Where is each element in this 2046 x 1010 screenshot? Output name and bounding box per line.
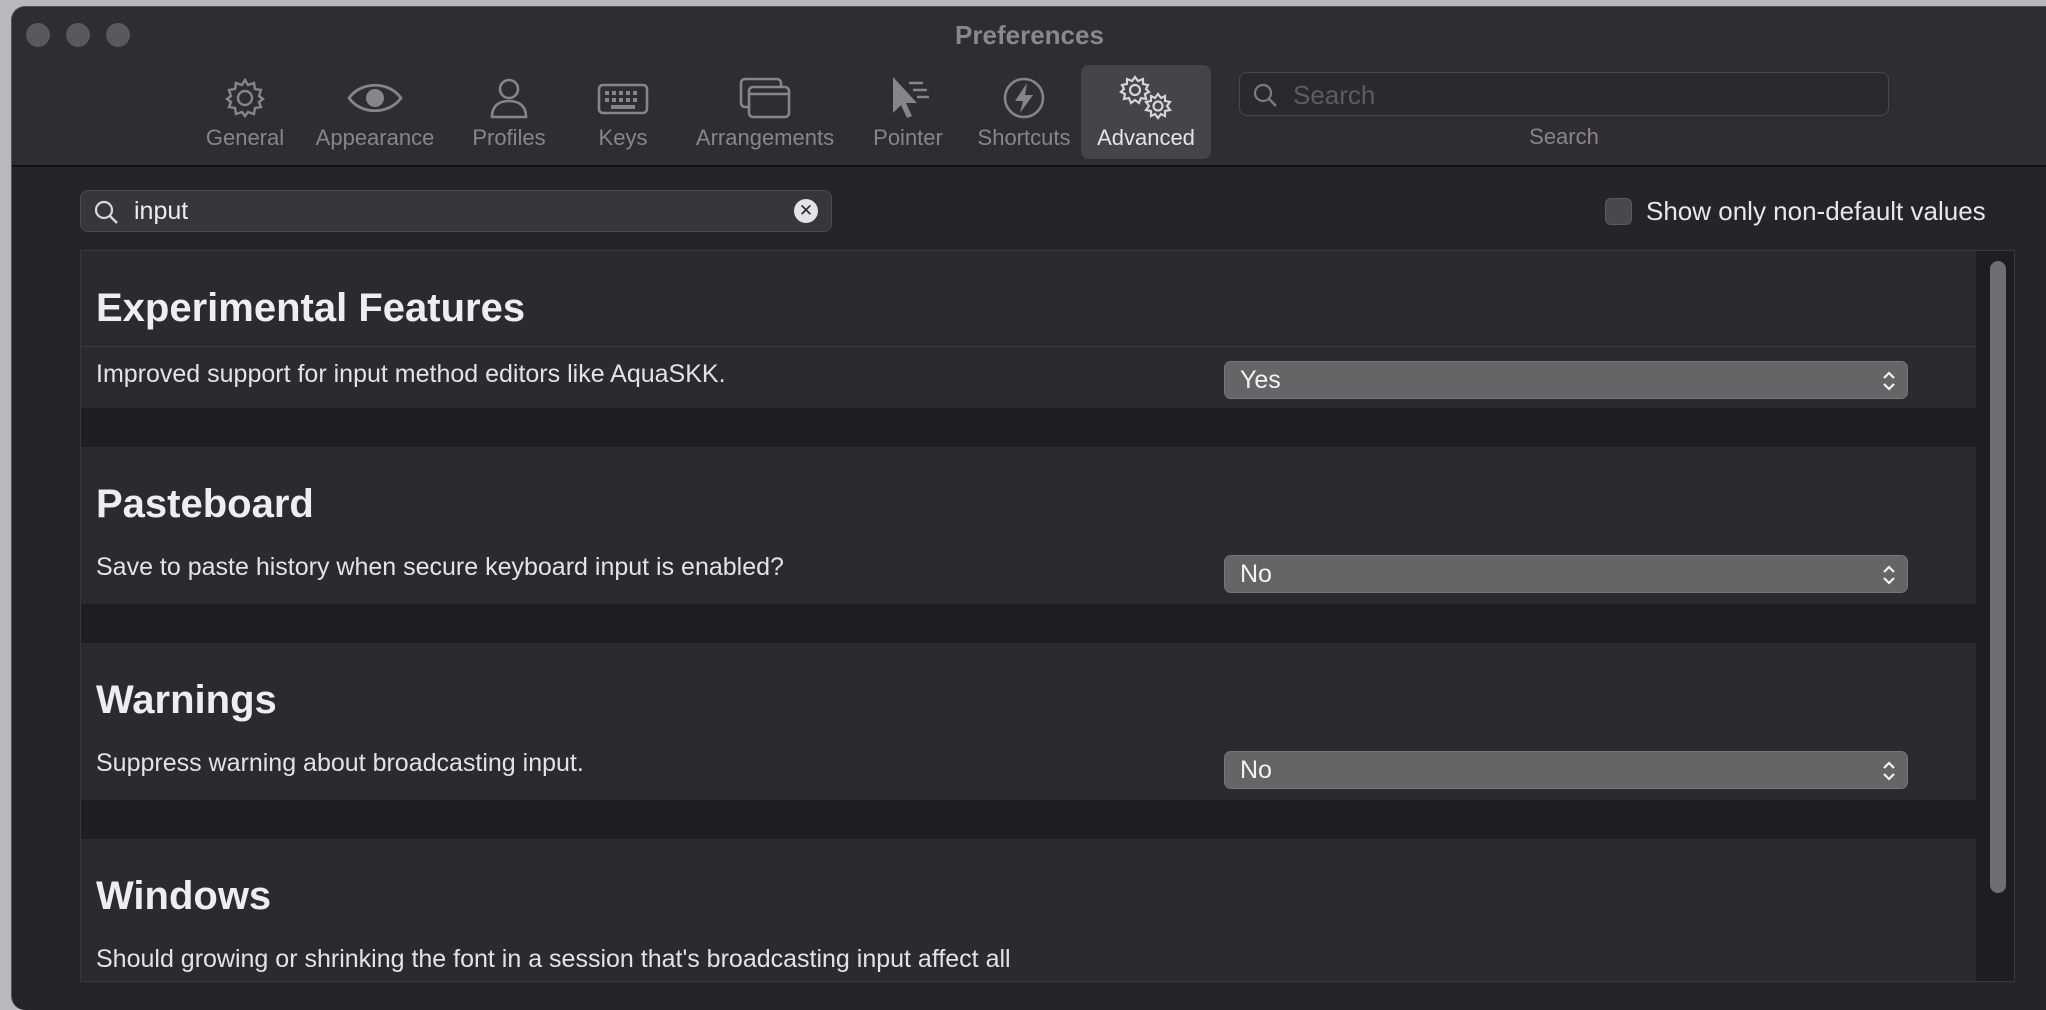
windows-icon — [739, 77, 791, 119]
section-experimental-features: Experimental Features Improved support f… — [81, 251, 1976, 408]
tab-keys[interactable]: Keys — [570, 65, 676, 159]
keyboard-icon — [597, 83, 649, 115]
preferences-window: Preferences General Appearance Profiles … — [11, 6, 2046, 1010]
toolbar-search-field[interactable]: Search — [1239, 72, 1889, 116]
setting-popup-button[interactable]: No — [1224, 555, 1908, 593]
eye-icon — [347, 84, 403, 112]
settings-filter-field[interactable]: input ✕ — [80, 190, 832, 232]
chevron-updown-icon — [1883, 565, 1895, 585]
clear-search-icon[interactable]: ✕ — [794, 199, 818, 223]
pointer-icon — [893, 77, 929, 118]
tab-pointer[interactable]: Pointer — [858, 65, 958, 159]
tab-general[interactable]: General — [188, 65, 302, 159]
setting-description: Improved support for input method editor… — [96, 360, 726, 388]
popup-value: Yes — [1240, 366, 1281, 394]
gears-icon — [1119, 75, 1172, 120]
setting-description: Should growing or shrinking the font in … — [96, 945, 1011, 973]
tab-advanced-label: Advanced — [1097, 125, 1195, 150]
tab-shortcuts-label: Shortcuts — [977, 125, 1071, 150]
show-non-default-label: Show only non-default values — [1646, 196, 1986, 226]
section-pasteboard: Pasteboard Save to paste history when se… — [81, 447, 1976, 604]
window-title: Preferences — [955, 20, 1104, 50]
chevron-updown-icon — [1883, 761, 1895, 781]
section-heading: Windows — [96, 874, 272, 918]
section-warnings: Warnings Suppress warning about broadcas… — [81, 643, 1976, 800]
popup-value: No — [1240, 756, 1272, 784]
tab-pointer-label: Pointer — [873, 125, 943, 150]
tab-profiles[interactable]: Profiles — [456, 65, 562, 159]
tab-general-label: General — [205, 125, 285, 150]
toolbar-search-label: Search — [1529, 124, 1599, 149]
person-icon — [490, 78, 528, 119]
setting-description: Suppress warning about broadcasting inpu… — [96, 749, 584, 777]
section-heading: Experimental Features — [96, 286, 526, 330]
tab-advanced[interactable]: Advanced — [1081, 65, 1211, 159]
search-icon — [94, 200, 118, 224]
scrollbar[interactable] — [1990, 261, 2006, 893]
tab-arrangements-label: Arrangements — [695, 125, 835, 150]
toolbar: Preferences General Appearance Profiles … — [12, 7, 2046, 167]
tab-arrangements[interactable]: Arrangements — [684, 65, 846, 159]
popup-value: No — [1240, 560, 1272, 588]
show-non-default-checkbox[interactable] — [1605, 198, 1632, 225]
section-heading: Pasteboard — [96, 482, 314, 526]
settings-list: Experimental Features Improved support f… — [80, 250, 2015, 982]
bolt-icon — [1003, 77, 1045, 119]
tab-appearance-label: Appearance — [315, 125, 435, 150]
setting-popup-button[interactable]: Yes — [1224, 361, 1908, 399]
chevron-updown-icon — [1883, 371, 1895, 391]
section-heading: Warnings — [96, 678, 277, 722]
tab-keys-label: Keys — [598, 125, 648, 150]
setting-popup-button[interactable]: No — [1224, 751, 1908, 789]
setting-description: Save to paste history when secure keyboa… — [96, 553, 784, 581]
settings-filter-value: input — [134, 197, 189, 225]
search-icon — [1253, 83, 1277, 107]
toolbar-search-placeholder: Search — [1293, 80, 1376, 110]
section-windows: Windows Should growing or shrinking the … — [81, 839, 1976, 981]
divider — [81, 346, 1976, 347]
tab-appearance[interactable]: Appearance — [300, 65, 450, 159]
tab-profiles-label: Profiles — [472, 125, 546, 150]
gear-icon — [225, 77, 265, 118]
tab-shortcuts[interactable]: Shortcuts — [968, 65, 1080, 159]
